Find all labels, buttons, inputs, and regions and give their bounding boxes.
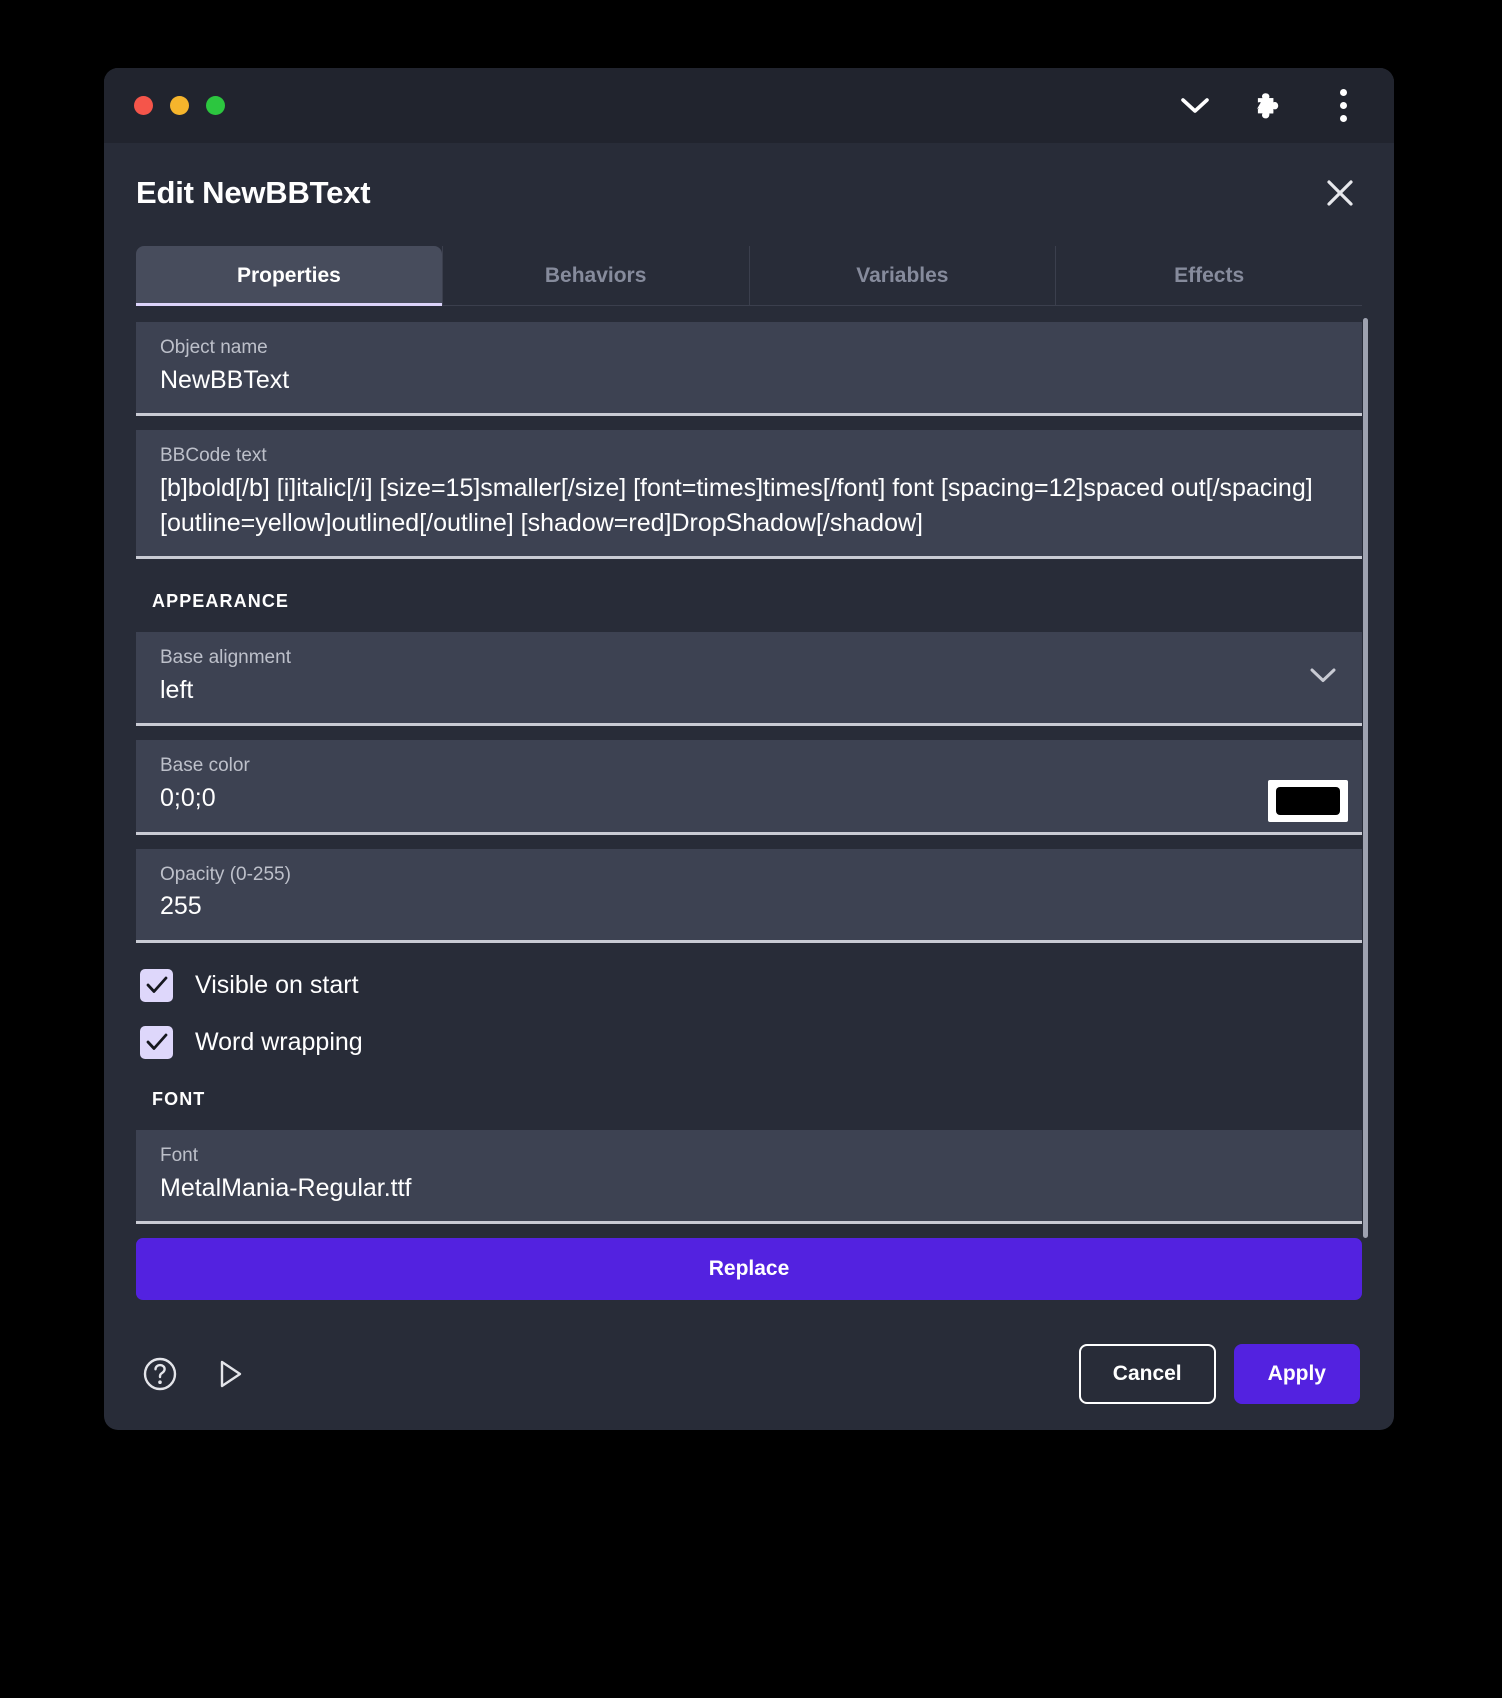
base-alignment-value: left — [160, 673, 1292, 708]
titlebar-actions — [1178, 89, 1360, 123]
close-window-button[interactable] — [134, 96, 153, 115]
help-circle-icon[interactable] — [138, 1352, 182, 1396]
page-title: Edit NewBBText — [136, 173, 370, 208]
play-icon[interactable] — [208, 1352, 252, 1396]
base-color-input[interactable]: 0;0;0 — [160, 781, 1340, 816]
object-name-label: Object name — [160, 336, 1340, 360]
properties-panel: Object name NewBBText BBCode text [b]bol… — [104, 306, 1394, 1318]
footer-actions: Cancel Apply — [1079, 1344, 1360, 1404]
traffic-light-controls — [134, 96, 225, 115]
cancel-button[interactable]: Cancel — [1079, 1344, 1216, 1404]
kebab-menu-icon[interactable] — [1326, 89, 1360, 123]
visible-on-start-label: Visible on start — [195, 971, 359, 1000]
replace-button[interactable]: Replace — [136, 1238, 1362, 1300]
properties-scroll-area: Object name NewBBText BBCode text [b]bol… — [136, 306, 1362, 1300]
base-alignment-label: Base alignment — [160, 646, 1292, 670]
opacity-label: Opacity (0-255) — [160, 863, 1340, 887]
close-icon[interactable] — [1320, 173, 1360, 213]
word-wrapping-row[interactable]: Word wrapping — [136, 1014, 1362, 1071]
window-titlebar — [104, 68, 1394, 143]
apply-button[interactable]: Apply — [1234, 1344, 1360, 1404]
word-wrapping-checkbox[interactable] — [140, 1026, 173, 1059]
color-swatch-button[interactable] — [1268, 780, 1348, 822]
tab-behaviors[interactable]: Behaviors — [442, 246, 749, 305]
opacity-input[interactable]: 255 — [160, 889, 1340, 924]
object-name-input[interactable]: NewBBText — [160, 363, 1340, 398]
tab-properties[interactable]: Properties — [136, 246, 442, 305]
base-color-field[interactable]: Base color 0;0;0 — [136, 740, 1362, 834]
maximize-window-button[interactable] — [206, 96, 225, 115]
font-label: Font — [160, 1144, 1340, 1168]
section-font-heading: FONT — [136, 1071, 1362, 1130]
bbcode-text-label: BBCode text — [160, 444, 1340, 468]
base-alignment-field[interactable]: Base alignment left — [136, 632, 1362, 726]
opacity-field[interactable]: Opacity (0-255) 255 — [136, 849, 1362, 943]
section-appearance-heading: APPEARANCE — [136, 573, 1362, 632]
puzzle-piece-icon[interactable] — [1252, 89, 1286, 123]
chevron-down-icon[interactable] — [1178, 89, 1212, 123]
visible-on-start-row[interactable]: Visible on start — [136, 957, 1362, 1014]
properties-scrollbar-thumb[interactable] — [1363, 318, 1368, 1238]
font-input[interactable]: MetalMania-Regular.ttf — [160, 1171, 1340, 1206]
color-swatch-preview — [1276, 787, 1340, 815]
dialog-header: Edit NewBBText — [104, 143, 1394, 213]
tab-effects[interactable]: Effects — [1055, 246, 1362, 305]
word-wrapping-label: Word wrapping — [195, 1028, 363, 1057]
visible-on-start-checkbox[interactable] — [140, 969, 173, 1002]
base-color-label: Base color — [160, 754, 1340, 778]
dialog-footer: Cancel Apply — [104, 1318, 1394, 1430]
tab-variables[interactable]: Variables — [749, 246, 1056, 305]
font-field[interactable]: Font MetalMania-Regular.ttf — [136, 1130, 1362, 1224]
bbcode-text-input[interactable]: [b]bold[/b] [i]italic[/i] [size=15]small… — [160, 471, 1340, 540]
edit-object-dialog-window: Edit NewBBText Properties Behaviors Vari… — [104, 68, 1394, 1430]
chevron-down-icon[interactable] — [1310, 668, 1336, 688]
bbcode-text-field[interactable]: BBCode text [b]bold[/b] [i]italic[/i] [s… — [136, 430, 1362, 559]
minimize-window-button[interactable] — [170, 96, 189, 115]
tab-bar: Properties Behaviors Variables Effects — [136, 246, 1362, 306]
object-name-field[interactable]: Object name NewBBText — [136, 322, 1362, 416]
